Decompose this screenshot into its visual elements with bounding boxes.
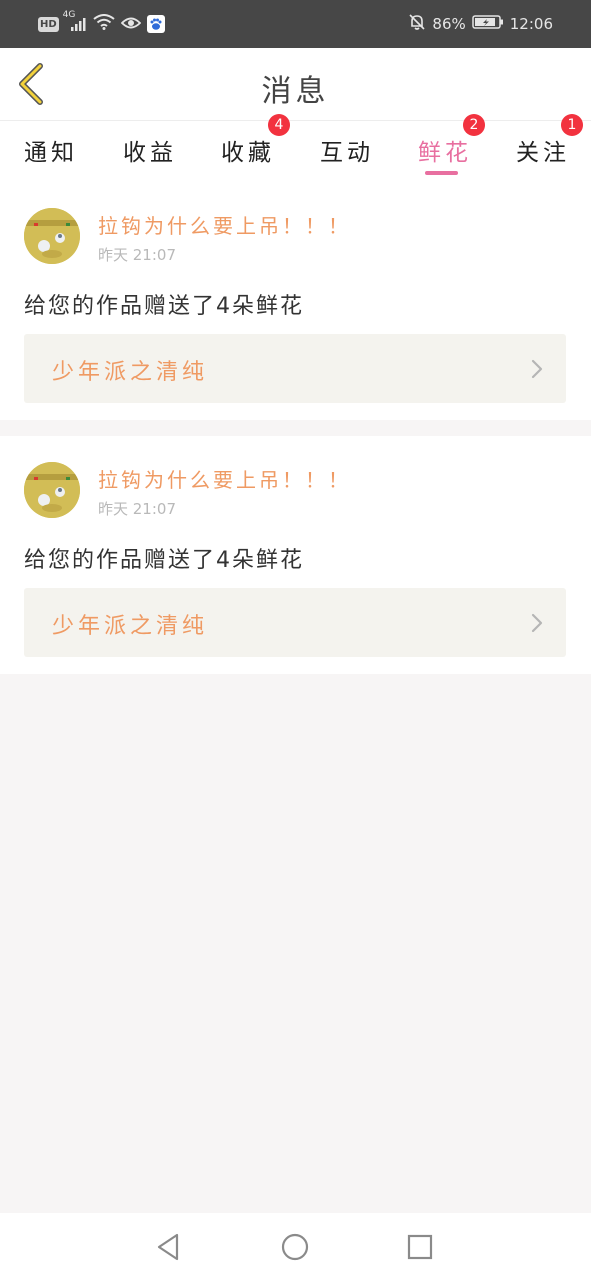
message-card: 拉钩为什么要上吊！！！ 昨天 21:07 给您的作品赠送了4朵鲜花 少年派之清纯 (0, 182, 591, 420)
chevron-right-icon (531, 359, 543, 379)
work-link[interactable]: 少年派之清纯 (24, 588, 566, 657)
home-circle-icon (281, 1233, 309, 1261)
tab-label: 收益 (123, 140, 177, 166)
wifi-icon (93, 14, 115, 34)
work-link[interactable]: 少年派之清纯 (24, 334, 566, 403)
navigation-bar (0, 1213, 591, 1280)
tab-interactions[interactable]: 互动 (320, 133, 374, 173)
eye-icon (120, 15, 141, 34)
tab-label: 互动 (320, 140, 374, 166)
message-time: 昨天 21:07 (98, 246, 176, 264)
signal-icon: 4G (63, 10, 87, 32)
back-triangle-icon (157, 1233, 179, 1261)
bell-off-icon (408, 13, 426, 35)
status-bar: HD 4G 86% 12:06 (0, 0, 591, 48)
active-tab-indicator (425, 171, 458, 175)
tab-follows[interactable]: 关注 (516, 133, 570, 173)
tab-earnings[interactable]: 收益 (123, 133, 177, 173)
tab-label: 通知 (24, 140, 78, 166)
message-card: 拉钩为什么要上吊！！！ 昨天 21:07 给您的作品赠送了4朵鲜花 少年派之清纯 (0, 436, 591, 674)
tab-favorites[interactable]: 收藏 (221, 133, 275, 173)
avatar[interactable] (24, 208, 80, 264)
follows-badge: 1 (561, 114, 583, 136)
page-title: 消息 (261, 74, 330, 109)
status-bar-right: 86% 12:06 (408, 13, 553, 35)
nav-back-button[interactable] (153, 1231, 185, 1263)
message-text: 给您的作品赠送了4朵鲜花 (24, 294, 304, 319)
hd-badge: HD (38, 16, 59, 32)
message-time: 昨天 21:07 (98, 500, 176, 518)
nav-home-button[interactable] (279, 1231, 311, 1263)
chevron-right-icon (531, 613, 543, 633)
clock: 12:06 (509, 15, 553, 33)
recents-square-icon (407, 1234, 433, 1260)
favorites-badge: 4 (268, 114, 290, 136)
sender-name[interactable]: 拉钩为什么要上吊！！！ (98, 464, 351, 493)
tab-label: 关注 (516, 140, 570, 166)
battery-icon (472, 14, 504, 34)
tab-flowers[interactable]: 鲜花 (418, 133, 472, 173)
battery-percent: 86% (432, 15, 466, 33)
app-header: 消息 (0, 48, 591, 120)
tab-notifications[interactable]: 通知 (24, 133, 78, 173)
baidu-icon (146, 15, 165, 33)
status-bar-left: HD 4G (38, 10, 165, 35)
work-title: 少年派之清纯 (52, 360, 209, 385)
sender-name[interactable]: 拉钩为什么要上吊！！！ (98, 210, 351, 239)
flowers-badge: 2 (463, 114, 485, 136)
tab-label: 鲜花 (418, 140, 472, 166)
avatar[interactable] (24, 462, 80, 518)
tab-label: 收藏 (221, 140, 275, 166)
work-title: 少年派之清纯 (52, 614, 209, 639)
tab-bar: 通知 收益 收藏 4 互动 鲜花 2 关注 1 (0, 114, 591, 183)
message-text: 给您的作品赠送了4朵鲜花 (24, 548, 304, 573)
nav-recents-button[interactable] (404, 1231, 436, 1263)
